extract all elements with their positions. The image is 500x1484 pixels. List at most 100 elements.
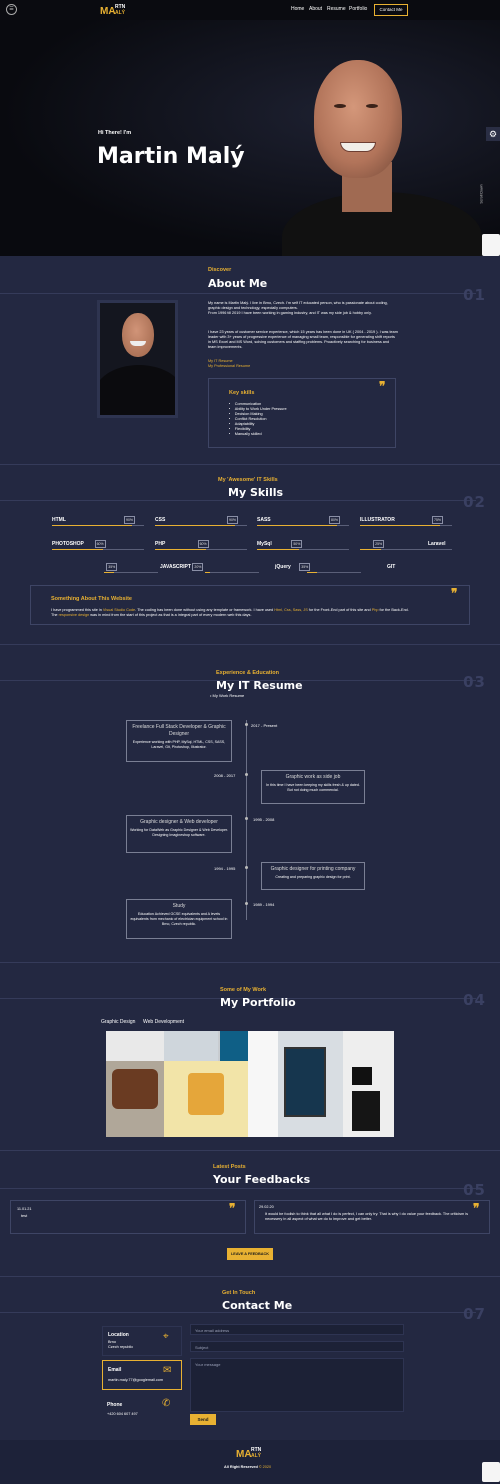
contact-title: Contact Me	[222, 1299, 293, 1312]
skill-percent: 75%	[432, 516, 444, 524]
location-card: Location Brno Czech republic ⌖	[102, 1326, 182, 1356]
feedback-date: 29.02.20	[259, 1205, 274, 1209]
email-value[interactable]: martin.maly.77@googlemail.com	[108, 1378, 163, 1383]
resume-date-3: 1995 - 2008	[253, 817, 275, 822]
logo-ma: MA	[100, 6, 116, 17]
skill-name: HTML	[52, 517, 66, 523]
skill-name: jQuery	[275, 564, 291, 570]
top-navbar: ☰ MA RTN ALÝ Home About Resume Portfolio…	[0, 0, 500, 20]
send-button[interactable]: Send	[190, 1414, 216, 1425]
portfolio-thumb[interactable]	[248, 1031, 278, 1137]
hero-section: Hi There! I'm Martin Malý ⚙ Scroll Down	[0, 20, 500, 256]
resume-entry-3: Graphic designer & Web developer Working …	[126, 815, 232, 853]
skill-percent: 20%	[192, 563, 204, 571]
leave-feedback-button[interactable]: LEAVE A FEEDBACK	[227, 1248, 273, 1260]
nav-home[interactable]: Home	[291, 6, 304, 12]
skill-percent: 50%	[291, 540, 303, 548]
skill-bar-fill	[104, 572, 115, 573]
quote-icon: ❞	[229, 1201, 236, 1215]
phone-value[interactable]: +420 604 607 497	[107, 1412, 138, 1417]
feedback-section-number: 05	[463, 1181, 486, 1199]
skill-bar-fill	[257, 525, 338, 526]
skill-name: MySql	[257, 541, 272, 547]
feedback-text: It would be foolish to think that all wh…	[265, 1212, 469, 1221]
skill-bar	[360, 525, 452, 526]
subject-input[interactable]: Subject	[190, 1341, 404, 1352]
key-skills-list: Communication Ability to Work Under Pres…	[229, 402, 287, 437]
menu-icon[interactable]: ☰	[6, 4, 17, 15]
phone-card: Phone +420 604 607 497 ✆	[102, 1396, 182, 1426]
phone-title: Phone	[107, 1402, 123, 1408]
skill-bar	[205, 572, 259, 573]
skill-bar-fill	[155, 525, 236, 526]
portfolio-kicker: Some of My Work	[220, 987, 267, 993]
skill-bar-fill	[205, 572, 211, 573]
resume-subtitle: • My Work Resume	[210, 693, 245, 698]
contact-me-button[interactable]: Contact Me	[374, 4, 408, 16]
skill-percent: 90%	[227, 516, 239, 524]
skill-percent: 35%	[106, 563, 118, 571]
resume-date-1: 2017 - Present	[251, 723, 278, 728]
copyright: All Right Reserved © 2020	[224, 1465, 272, 1469]
filter-web-development[interactable]: Web Development	[143, 1019, 184, 1025]
nav-portfolio[interactable]: Portfolio	[349, 6, 367, 12]
skill-name: Laravel	[428, 541, 446, 547]
location-title: Location	[108, 1332, 129, 1338]
resume-entry-1: Freelance Full Stack Developer & Graphic…	[126, 720, 232, 762]
portfolio-thumb[interactable]	[106, 1031, 164, 1061]
feedback-post: ❞ 29.02.20 It would be foolish to think …	[254, 1200, 490, 1234]
about-paragraph-2: I have 23 years of customer service expe…	[208, 330, 398, 349]
nav-about[interactable]: About	[309, 6, 322, 12]
skill-name: PHOTOSHOP	[52, 541, 84, 547]
location-line-2: Czech republic	[108, 1345, 134, 1349]
skill-percent: 35%	[299, 563, 311, 571]
key-skill-item: Manually skilled	[229, 432, 287, 437]
portfolio-thumb[interactable]	[220, 1031, 250, 1061]
resume-entry-2: Graphic work as side job In this time I h…	[261, 770, 365, 804]
settings-gear-button[interactable]: ⚙	[486, 127, 500, 141]
feedback-kicker: Latest Posts	[213, 1164, 246, 1170]
nav-resume[interactable]: Resume	[327, 6, 346, 12]
message-textarea[interactable]: Your message	[190, 1358, 404, 1412]
map-pin-icon: ⌖	[163, 1331, 169, 1342]
skill-percent: 25%	[373, 540, 385, 548]
filter-graphic-design[interactable]: Graphic Design	[101, 1019, 135, 1025]
quote-icon: ❞	[379, 379, 386, 393]
hero-portrait	[262, 42, 500, 256]
recaptcha-badge	[482, 234, 500, 256]
resume-date-5: 1989 - 1994	[253, 902, 275, 907]
logo[interactable]: MA RTN ALÝ	[100, 2, 130, 18]
scroll-down-label[interactable]: Scroll Down	[480, 184, 484, 203]
footer-logo[interactable]: MA RTN ALÝ	[236, 1446, 266, 1462]
skill-bar-fill	[52, 549, 103, 550]
key-skills-card: ❞ Key skills Communication Ability to Wo…	[208, 378, 396, 448]
portfolio-section-number: 04	[463, 991, 486, 1009]
skill-bar	[155, 525, 247, 526]
feedback-title: Your Feedbacks	[213, 1173, 311, 1186]
email-address-input[interactable]: Your email address	[190, 1324, 404, 1335]
skill-name: CSS	[155, 517, 166, 523]
portfolio-thumb[interactable]	[164, 1031, 218, 1061]
skill-bar	[360, 549, 452, 550]
resume-date-2: 2008 - 2017	[214, 773, 236, 778]
professional-resume-link[interactable]: My Professional Resume	[208, 364, 250, 369]
email-title: Email	[108, 1367, 122, 1373]
skill-bar	[52, 549, 144, 550]
skill-name: JAVASCRIPT	[160, 564, 191, 570]
about-website-text: I have programmed this site in Visual St…	[51, 608, 409, 617]
resume-section-number: 03	[463, 673, 486, 691]
resume-entry-5: Study Education Achieved GCSE equivalents…	[126, 899, 232, 939]
skill-bar-fill	[52, 525, 133, 526]
skill-percent: 60%	[197, 540, 209, 548]
skill-bar-fill	[360, 549, 382, 550]
skill-bar	[257, 549, 349, 550]
about-website-title: Something About This Website	[51, 596, 132, 602]
contact-kicker: Get In Touch	[222, 1290, 256, 1296]
feedback-post: ❞ 11.01.21 test	[10, 1200, 246, 1234]
logo-aly: ALÝ	[115, 10, 125, 16]
resume-date-4: 1994 - 1995	[214, 866, 236, 871]
skill-name: ILLUSTRATOR	[360, 517, 395, 523]
skill-name: PHP	[155, 541, 166, 547]
skill-bar	[52, 525, 144, 526]
skill-percent: 60%	[94, 540, 106, 548]
